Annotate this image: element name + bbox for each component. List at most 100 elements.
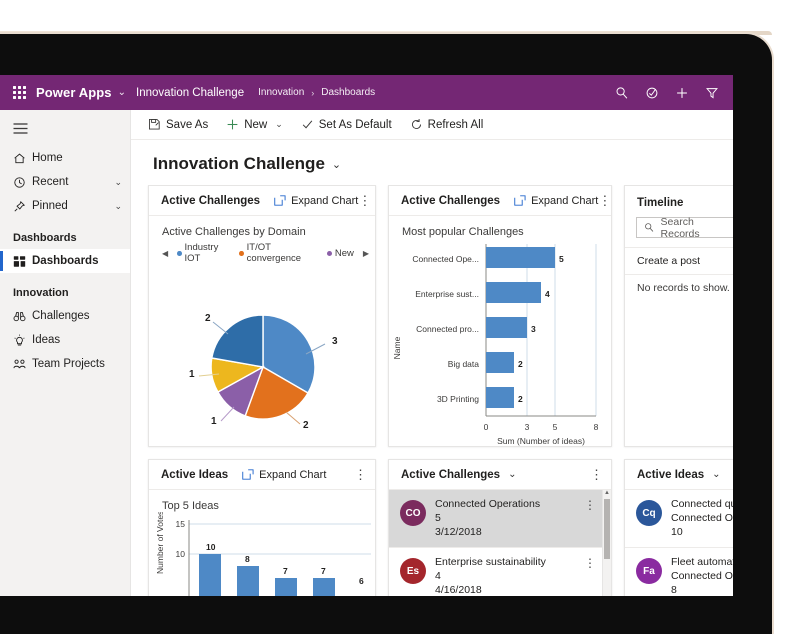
create-post-button[interactable]: Create a post xyxy=(625,247,733,274)
x-tick-label: 8 xyxy=(594,422,599,432)
hamburger-icon[interactable] xyxy=(0,116,130,146)
card-title: Active Ideas xyxy=(161,469,228,481)
y-axis-label: Name xyxy=(392,336,402,359)
chevron-down-icon[interactable]: ⌄ xyxy=(114,177,122,188)
bar-value-label: 2 xyxy=(518,394,523,404)
list-item-text: Connected qual Connected Ope 10 xyxy=(671,497,733,539)
card-header: Active Challenges Expand Chart ⋮ xyxy=(389,186,611,216)
vertical-bar-chart[interactable]: Number of Votes) 15 10 xyxy=(149,512,375,596)
chart-subtitle: Most popular Challenges xyxy=(389,216,611,238)
sidebar-item-home[interactable]: Home xyxy=(0,146,130,170)
legend-item[interactable]: New xyxy=(327,248,354,259)
more-options-icon[interactable]: ⋮ xyxy=(354,468,367,481)
legend-next-icon[interactable]: ▶ xyxy=(363,249,369,258)
dashboard-icon xyxy=(13,255,32,268)
chevron-down-icon[interactable]: ⌄ xyxy=(712,469,720,480)
sidebar-item-label: Dashboards xyxy=(32,255,122,267)
refresh-all-label: Refresh All xyxy=(428,119,484,131)
card-header: Active Challenges ⌄ ⋮ xyxy=(389,460,611,490)
main-content: Save As New ⌄ Set As Default xyxy=(131,110,733,596)
bar-value-label: 5 xyxy=(559,254,564,264)
x-tick-label: 5 xyxy=(553,422,558,432)
avatar: Cq xyxy=(636,500,662,526)
list-item-text: Enterprise sustainability 4 4/16/2018 xyxy=(435,555,575,596)
set-as-default-label: Set As Default xyxy=(319,119,392,131)
bar-value-label: 4 xyxy=(545,289,550,299)
set-as-default-button[interactable]: Set As Default xyxy=(292,110,401,139)
save-as-button[interactable]: Save As xyxy=(139,110,217,139)
expand-icon xyxy=(274,195,286,206)
list-item-count: 5 xyxy=(435,511,575,525)
chevron-down-icon[interactable]: ⌄ xyxy=(508,469,516,480)
breadcrumb-item-dashboards[interactable]: Dashboards xyxy=(321,87,375,98)
legend-swatch xyxy=(239,251,243,256)
sidebar-group-dashboards: Dashboards xyxy=(0,218,130,249)
waffle-icon[interactable] xyxy=(6,86,32,99)
bar-value-label: 6 xyxy=(359,576,364,586)
refresh-all-button[interactable]: Refresh All xyxy=(401,110,493,139)
card-title: Timeline xyxy=(625,186,733,209)
lightbulb-icon xyxy=(13,334,32,347)
legend-label: IT/OT convergence xyxy=(247,242,318,264)
plus-icon[interactable] xyxy=(675,86,689,100)
search-records-input[interactable]: Search Records xyxy=(636,217,733,238)
list-item[interactable]: Es Enterprise sustainability 4 4/16/2018… xyxy=(389,548,602,596)
card-header: Active Ideas Expand Chart ⋮ xyxy=(149,460,375,490)
ideas-list-card: Active Ideas ⌄ Cq Connected qual Connect… xyxy=(624,459,733,596)
horizontal-bar-chart[interactable]: Name Connected Ope... Enterprise sust...… xyxy=(389,238,611,455)
new-button[interactable]: New ⌄ xyxy=(217,110,292,139)
list-item[interactable]: Cq Connected qual Connected Ope 10 xyxy=(625,490,733,548)
sidebar-item-pinned[interactable]: Pinned ⌄ xyxy=(0,194,130,218)
sidebar-item-dashboards[interactable]: Dashboards xyxy=(0,249,130,273)
brand-chevron-down-icon[interactable]: ⌄ xyxy=(118,87,126,98)
more-options-icon[interactable]: ⋮ xyxy=(590,468,603,481)
expand-chart-button[interactable]: Expand Chart xyxy=(514,195,598,207)
scrollbar-thumb[interactable] xyxy=(604,499,610,559)
chevron-down-icon[interactable]: ⌄ xyxy=(332,158,341,171)
sidebar-item-label: Challenges xyxy=(32,310,122,322)
legend-item[interactable]: Industry IOT xyxy=(177,242,230,264)
search-icon[interactable] xyxy=(615,86,629,100)
expand-chart-button[interactable]: Expand Chart xyxy=(274,195,358,207)
sidebar-item-ideas[interactable]: Ideas xyxy=(0,328,130,352)
more-options-icon[interactable]: ⋮ xyxy=(358,194,371,207)
more-options-icon[interactable]: ⋮ xyxy=(584,557,596,569)
save-as-label: Save As xyxy=(166,119,208,131)
header-actions xyxy=(615,86,733,100)
list-scrollbar[interactable]: ▲ xyxy=(602,490,611,596)
legend-swatch xyxy=(177,251,181,256)
bar-value-label: 7 xyxy=(283,566,288,576)
list-item[interactable]: Fa Fleet automatio Connected Ope 8 xyxy=(625,548,733,596)
sidebar-item-recent[interactable]: Recent ⌄ xyxy=(0,170,130,194)
bar-value-label: 3 xyxy=(531,324,536,334)
card-header: Active Challenges Expand Chart ⋮ xyxy=(149,186,375,216)
more-options-icon[interactable]: ⋮ xyxy=(598,194,611,207)
scroll-up-icon[interactable]: ▲ xyxy=(604,490,610,496)
legend-item[interactable]: IT/OT convergence xyxy=(239,242,318,264)
avatar: Es xyxy=(400,558,426,584)
card-title: Active Challenges xyxy=(401,469,500,481)
pie-chart[interactable]: 3 2 1 1 2 xyxy=(149,264,375,439)
sidebar-item-challenges[interactable]: Challenges xyxy=(0,304,130,328)
list-item-date: 4/16/2018 xyxy=(435,583,575,596)
x-tick-label: 3 xyxy=(525,422,530,432)
expand-chart-button[interactable]: Expand Chart xyxy=(242,469,326,481)
breadcrumb-item-innovation[interactable]: Innovation xyxy=(258,87,304,98)
pie-value-label: 1 xyxy=(211,416,217,427)
chevron-down-icon[interactable]: ⌄ xyxy=(114,201,122,212)
brand-label[interactable]: Power Apps xyxy=(36,85,112,100)
sidebar-item-team-projects[interactable]: Team Projects xyxy=(0,352,130,376)
card-title: Active Challenges xyxy=(401,195,500,207)
legend-prev-icon[interactable]: ◀ xyxy=(162,249,168,258)
filter-icon[interactable] xyxy=(705,86,719,100)
more-options-icon[interactable]: ⋮ xyxy=(584,499,596,511)
chevron-down-icon[interactable]: ⌄ xyxy=(275,119,283,130)
sidebar-item-label: Pinned xyxy=(32,200,114,212)
target-check-icon[interactable] xyxy=(645,86,659,100)
y-tick-label: Connected pro... xyxy=(416,324,479,334)
breadcrumb-separator-icon: › xyxy=(311,88,314,98)
expand-icon xyxy=(242,469,254,480)
bar-value-label: 2 xyxy=(518,359,523,369)
list-item[interactable]: CO Connected Operations 5 3/12/2018 ⋮ xyxy=(389,490,602,548)
list-item-text: Connected Operations 5 3/12/2018 xyxy=(435,497,575,539)
